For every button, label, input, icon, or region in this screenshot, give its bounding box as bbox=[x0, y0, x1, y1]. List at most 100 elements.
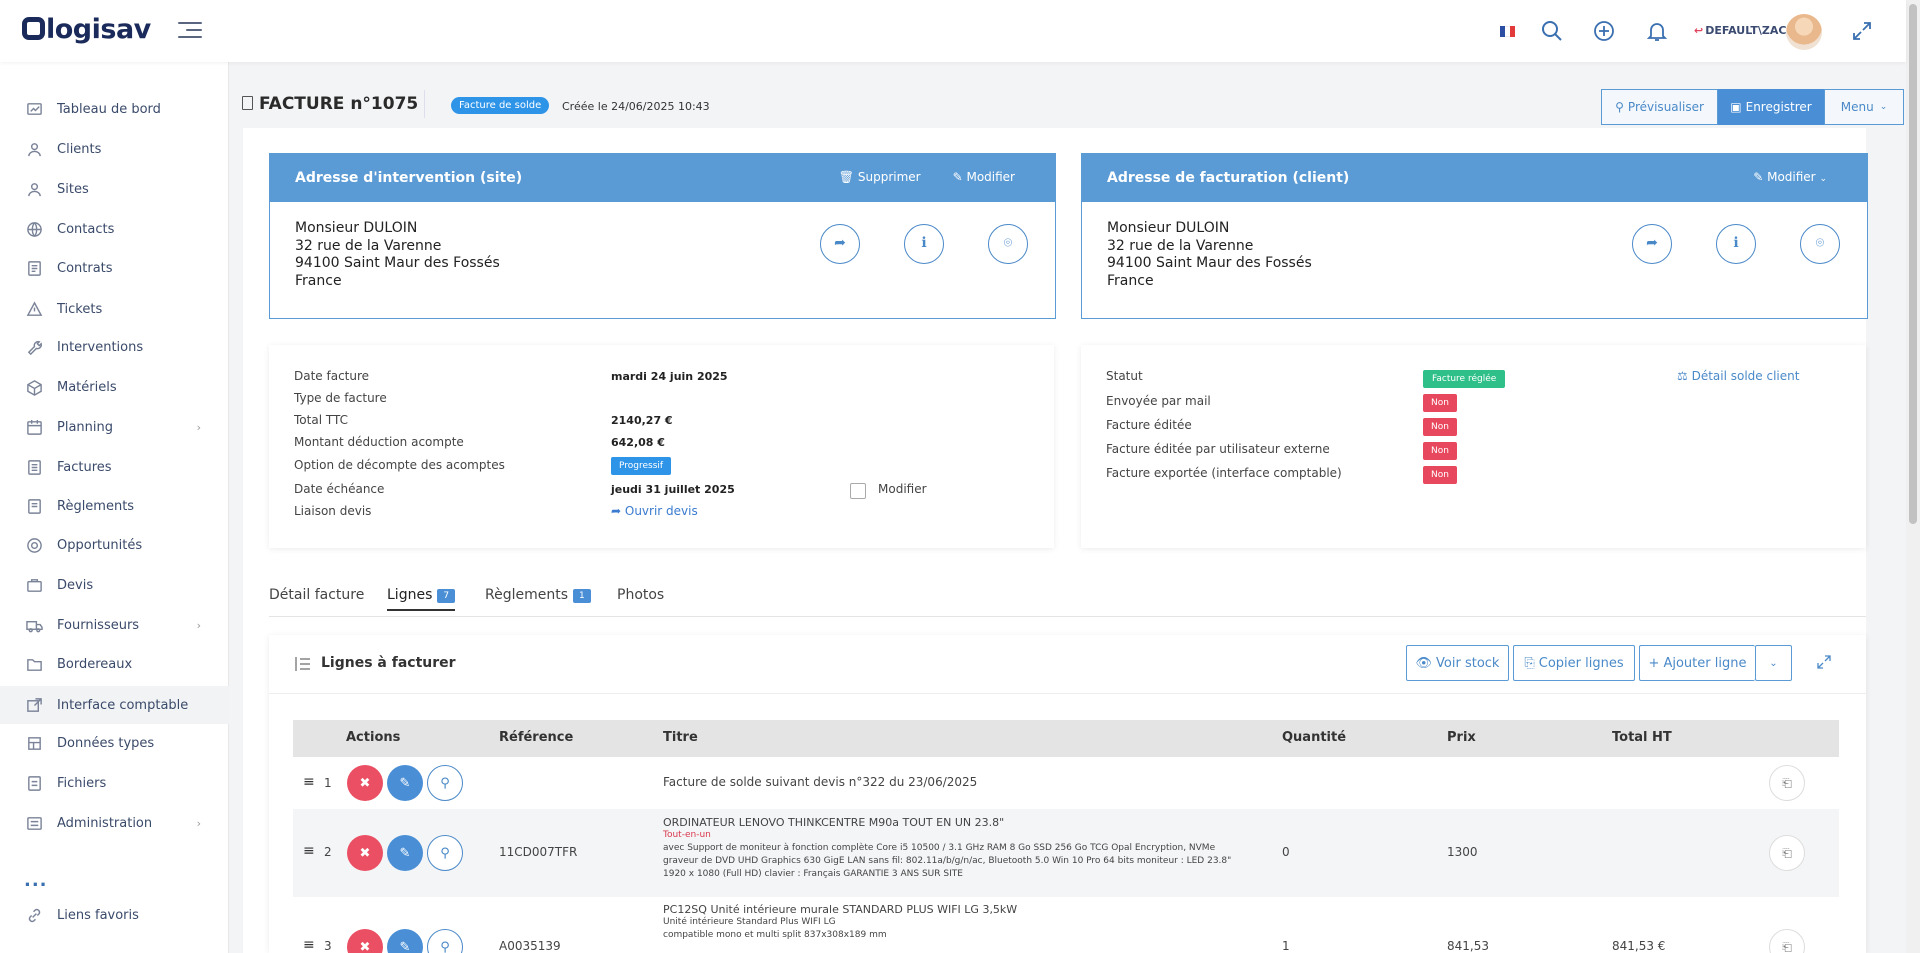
lines-card: Lignes à facturer 👁 Voir stock ⎘ Copier li… bbox=[269, 635, 1866, 953]
menu-toggle-icon[interactable] bbox=[178, 22, 202, 40]
map-pin-icon[interactable]: ⌾ bbox=[988, 224, 1028, 264]
sidebar-item-sites[interactable]: Sites bbox=[0, 170, 229, 208]
edit-line-button[interactable]: ✎ bbox=[387, 765, 423, 801]
sidebar-item-r-glements[interactable]: Règlements bbox=[0, 487, 229, 525]
edit-billing-address-button[interactable]: ✎ Modifier ⌄ bbox=[1753, 170, 1827, 184]
scrollbar[interactable] bbox=[1906, 0, 1920, 953]
billing-address-card: Adresse de facturation (client) ✎ Modifi… bbox=[1081, 153, 1868, 319]
clipboard-icon[interactable]: ⎗ bbox=[1769, 765, 1805, 801]
edit-label: Modifier bbox=[966, 170, 1015, 184]
column-header: Prix bbox=[1447, 730, 1476, 745]
admin-icon bbox=[27, 816, 42, 830]
sidebar-item-contacts[interactable]: Contacts bbox=[0, 210, 229, 248]
more-menu[interactable]: ... bbox=[24, 870, 48, 891]
open-quote-link[interactable]: ➦ Ouvrir devis bbox=[611, 504, 698, 518]
delete-line-button[interactable]: ✖ bbox=[347, 835, 383, 871]
map-pin-icon[interactable]: ⌾ bbox=[1800, 224, 1840, 264]
avatar[interactable] bbox=[1786, 14, 1822, 50]
tab-detail[interactable]: Détail facture bbox=[269, 587, 364, 603]
truck-icon bbox=[26, 620, 43, 632]
sidebar-item-bordereaux[interactable]: Bordereaux bbox=[0, 645, 229, 683]
add-line-button[interactable]: + Ajouter ligne bbox=[1639, 645, 1755, 681]
tab-lines[interactable]: Lignes 7 bbox=[387, 587, 456, 611]
column-header: Total HT bbox=[1612, 730, 1672, 745]
modify-due-checkbox[interactable] bbox=[850, 483, 866, 499]
sidebar-item-administration[interactable]: Administration › bbox=[0, 804, 229, 842]
sidebar-item-clients[interactable]: Clients bbox=[0, 130, 229, 168]
view-stock-button[interactable]: 👁 Voir stock bbox=[1406, 645, 1509, 681]
sidebar-item-factures[interactable]: Factures bbox=[0, 448, 229, 486]
column-header: Référence bbox=[499, 730, 574, 745]
clipboard-icon[interactable]: ⎗ bbox=[1769, 835, 1805, 871]
sidebar-item-opportunit-s[interactable]: Opportunités bbox=[0, 526, 229, 564]
contract-icon bbox=[28, 260, 41, 276]
sidebar-item-interventions[interactable]: Interventions bbox=[0, 328, 229, 366]
share-icon[interactable]: ➦ bbox=[1632, 224, 1672, 264]
sidebar-item-tableau-de-bord[interactable]: Tableau de bord bbox=[0, 90, 229, 128]
sidebar-item-tickets[interactable]: Tickets bbox=[0, 290, 229, 328]
add-circle-icon[interactable] bbox=[1592, 19, 1616, 43]
edit-line-button[interactable]: ✎ bbox=[387, 835, 423, 871]
edit-line-button[interactable]: ✎ bbox=[387, 929, 423, 953]
tab-payments[interactable]: Règlements 1 bbox=[485, 587, 591, 603]
sidebar-item-devis[interactable]: Devis bbox=[0, 566, 229, 604]
copy-lines-button[interactable]: ⎘ Copier lignes bbox=[1513, 645, 1635, 681]
sidebar-item-fournisseurs[interactable]: Fournisseurs › bbox=[0, 606, 229, 644]
sidebar-item-label: Liens favoris bbox=[57, 907, 139, 923]
line-total: 841,53 € bbox=[1612, 939, 1666, 953]
mail-badge: Non bbox=[1423, 394, 1457, 412]
tab-photos[interactable]: Photos bbox=[617, 587, 664, 603]
sidebar-item-favorites[interactable]: Liens favoris bbox=[0, 896, 229, 934]
drag-handle-icon[interactable]: ≡ bbox=[303, 937, 315, 953]
row-number: 1 bbox=[324, 776, 332, 790]
sidebar-item-planning[interactable]: Planning › bbox=[0, 408, 229, 446]
sidebar-item-label: Fournisseurs bbox=[57, 617, 140, 633]
share-icon[interactable]: ➦ bbox=[820, 224, 860, 264]
globe-icon bbox=[27, 221, 42, 237]
delete-line-button[interactable]: ✖ bbox=[347, 765, 383, 801]
edited-badge: Non bbox=[1423, 418, 1457, 436]
drag-handle-icon[interactable]: ≡ bbox=[303, 774, 315, 790]
top-bar: logisav ↩ DEFAULT\ZAC bbox=[0, 0, 1906, 62]
sidebar-item-contrats[interactable]: Contrats bbox=[0, 249, 229, 287]
option-label: Option de décompte des acomptes bbox=[294, 458, 505, 472]
target-icon bbox=[27, 537, 42, 553]
info-icon[interactable]: ℹ bbox=[1716, 224, 1756, 264]
status-info-card: Statut Facture réglée ⚖ Détail solde cli… bbox=[1081, 345, 1866, 548]
menu-button[interactable]: Menu ⌄ bbox=[1824, 89, 1904, 125]
save-button[interactable]: ▣ Enregistrer bbox=[1718, 89, 1824, 125]
sidebar-item-fichiers[interactable]: Fichiers bbox=[0, 764, 229, 802]
sidebar-item-interface-comptable[interactable]: Interface comptable bbox=[0, 686, 229, 724]
add-line-dropdown[interactable]: ⌄ bbox=[1755, 645, 1792, 681]
client-balance-label: Détail solde client bbox=[1691, 369, 1800, 383]
logo[interactable]: logisav bbox=[22, 14, 151, 45]
export-label: Facture exportée (interface comptable) bbox=[1106, 466, 1342, 480]
expand-icon[interactable] bbox=[1817, 655, 1831, 669]
french-flag-icon[interactable] bbox=[1500, 26, 1515, 37]
sidebar-item-mat-riels[interactable]: Matériels bbox=[0, 368, 229, 406]
delete-line-button[interactable]: ✖ bbox=[347, 929, 383, 953]
line-quantity: 0 bbox=[1282, 845, 1290, 859]
clipboard-icon[interactable]: ⎗ bbox=[1769, 929, 1805, 953]
client-balance-link[interactable]: ⚖ Détail solde client bbox=[1677, 369, 1799, 383]
user-switch[interactable]: ↩ DEFAULT\ZAC bbox=[1694, 24, 1787, 37]
delete-address-button[interactable]: 🗑 Supprimer bbox=[839, 170, 921, 184]
edit-site-address-button[interactable]: ✎ Modifier bbox=[953, 170, 1015, 184]
view-line-button[interactable]: ⚲ bbox=[427, 765, 463, 801]
copy-lines-label: Copier lignes bbox=[1538, 655, 1624, 671]
drag-handle-icon[interactable]: ≡ bbox=[303, 843, 315, 859]
chevron-right-icon: › bbox=[196, 618, 201, 632]
info-icon[interactable]: ℹ bbox=[904, 224, 944, 264]
sidebar-item-donn-es-types[interactable]: Données types bbox=[0, 724, 229, 762]
return-arrow-icon: ↩ bbox=[1694, 24, 1704, 37]
view-line-button[interactable]: ⚲ bbox=[427, 835, 463, 871]
share-icon: ➦ bbox=[611, 504, 625, 518]
view-line-button[interactable]: ⚲ bbox=[427, 929, 463, 953]
preview-button[interactable]: ⚲ Prévisualiser bbox=[1601, 89, 1718, 125]
bell-icon[interactable] bbox=[1645, 19, 1669, 43]
dashboard-icon bbox=[27, 102, 42, 115]
calendar-icon bbox=[27, 419, 42, 435]
search-icon[interactable] bbox=[1540, 19, 1564, 43]
payment-icon bbox=[28, 498, 41, 514]
fullscreen-icon[interactable] bbox=[1850, 19, 1874, 43]
